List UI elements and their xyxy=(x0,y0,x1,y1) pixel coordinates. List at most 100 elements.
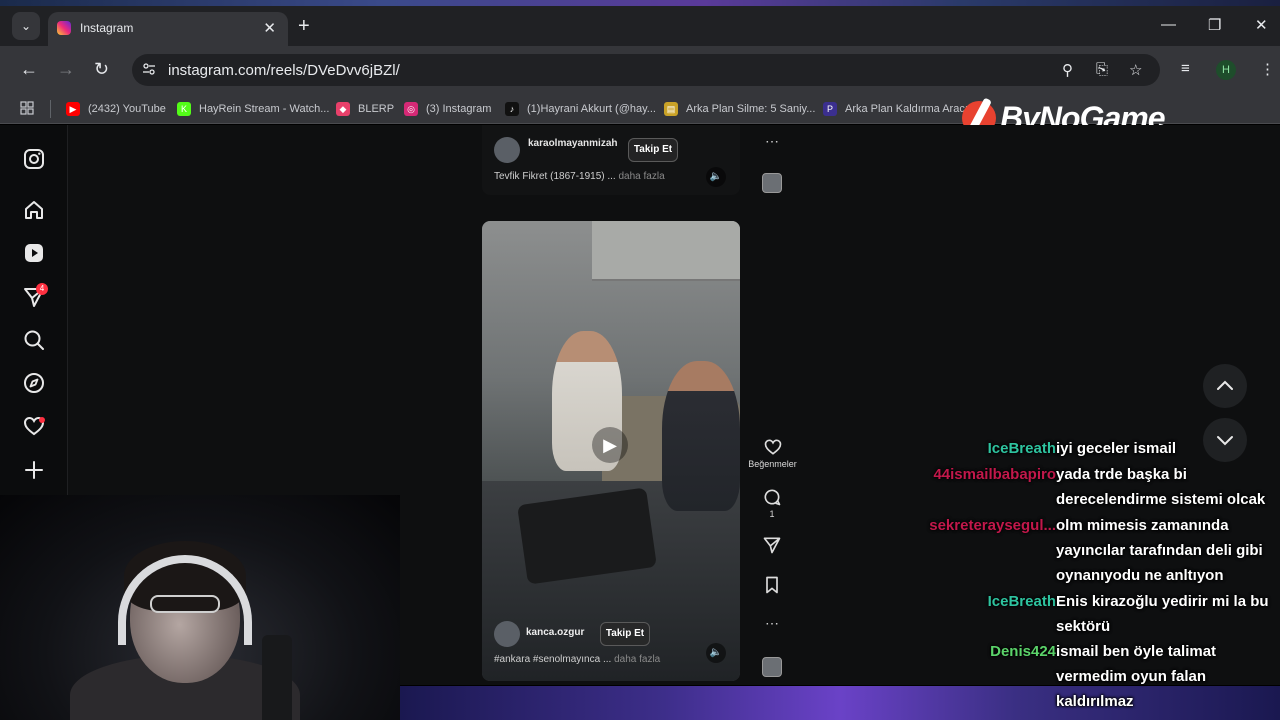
bookmark-blerp[interactable]: ◆ BLERP xyxy=(336,101,394,117)
photoroom-icon: P xyxy=(823,102,837,116)
home-icon[interactable] xyxy=(22,198,46,222)
bookmark-instagram[interactable]: ◎ (3) Instagram xyxy=(404,101,491,117)
bookmark-label: (3) Instagram xyxy=(426,103,492,115)
explore-icon[interactable] xyxy=(22,371,46,395)
reels-icon[interactable] xyxy=(22,241,46,265)
reel-caption: Tevfik Fikret (1867-1915) ... daha fazla xyxy=(494,171,665,182)
blerp-icon: ◆ xyxy=(336,102,350,116)
tiktok-icon: ♪ xyxy=(505,102,519,116)
zoom-icon[interactable]: ⚲ xyxy=(1062,61,1073,79)
restore-icon[interactable]: ❐ xyxy=(1208,16,1221,34)
kick-icon: K xyxy=(177,102,191,116)
instagram-logo-icon[interactable] xyxy=(22,147,46,171)
profile-avatar[interactable]: H xyxy=(1216,60,1236,80)
tab-title: Instagram xyxy=(80,21,134,35)
forward-icon[interactable]: → xyxy=(57,59,75,80)
microphone xyxy=(262,635,292,720)
site-info-icon[interactable] xyxy=(142,62,156,76)
reel-username[interactable]: karaolmayanmizah xyxy=(528,137,620,150)
webcam-overlay xyxy=(0,495,400,720)
bookmark-arka-plan-kaldirma[interactable]: P Arka Plan Kaldırma Aracı... xyxy=(823,101,977,117)
more-link[interactable]: daha fazla xyxy=(619,171,665,182)
chat-username: Denis424 xyxy=(990,643,1056,660)
bookmark-label: Arka Plan Kaldırma Aracı... xyxy=(845,103,978,115)
previous-reel-card[interactable]: karaolmayanmizah Takip Et Tevfik Fikret … xyxy=(482,125,740,195)
apps-grid-icon[interactable] xyxy=(20,101,34,115)
bookmark-label: HayRein Stream - Watch... xyxy=(199,103,330,115)
search-icon[interactable] xyxy=(22,328,46,352)
sound-icon[interactable]: 🔈 xyxy=(706,643,726,663)
new-tab-icon[interactable]: + xyxy=(298,15,310,38)
reel-username[interactable]: kanca.ozgur xyxy=(526,627,584,638)
browser-toolbar: ← → ↻ instagram.com/reels/DVeDvv6jBZl/ ⚲… xyxy=(0,46,1280,94)
messages-badge: 4 xyxy=(36,283,48,295)
save-bookmark-icon[interactable] xyxy=(762,575,782,595)
youtube-icon: ▶ xyxy=(66,102,80,116)
chat-text: olm mimesis zamanında yayıncılar tarafın… xyxy=(1056,517,1263,584)
bookmarks-separator xyxy=(50,100,51,118)
instagram-sidebar: 4 xyxy=(0,125,68,495)
screen: ⌄ Instagram ✕ + — ❐ ✕ ← → ↻ instagram.co… xyxy=(0,0,1280,720)
instagram-favicon-icon xyxy=(57,21,71,35)
create-plus-icon[interactable] xyxy=(22,458,46,482)
glasses xyxy=(150,595,220,613)
caption-text: Tevfik Fikret (1867-1915) ... xyxy=(494,171,616,182)
sound-icon[interactable]: 🔈 xyxy=(706,167,726,187)
like-action[interactable]: Beğenmeler xyxy=(745,437,800,469)
heart-icon[interactable] xyxy=(763,437,783,457)
bookmark-tiktok[interactable]: ♪ (1)Hayrani Akkurt (@hay... xyxy=(505,101,656,117)
instagram-icon: ◎ xyxy=(404,102,418,116)
avatar[interactable] xyxy=(494,137,520,163)
more-options-icon[interactable]: ⋯ xyxy=(765,133,779,150)
bookmark-label: BLERP xyxy=(358,103,395,115)
reload-icon[interactable]: ↻ xyxy=(94,59,109,80)
chat-text: ismail ben öyle talimat vermedim oyun fa… xyxy=(1056,643,1217,710)
url-text: instagram.com/reels/DVeDvv6jBZl/ xyxy=(168,62,400,79)
comment-action[interactable]: 1 xyxy=(762,487,782,519)
comment-icon[interactable] xyxy=(762,487,782,507)
tab-instagram[interactable]: Instagram ✕ xyxy=(48,12,288,46)
tab-close-icon[interactable]: ✕ xyxy=(263,19,276,37)
tab-search-button[interactable]: ⌄ xyxy=(12,12,40,40)
bookmark-kick[interactable]: K HayRein Stream - Watch... xyxy=(177,101,329,117)
comment-count: 1 xyxy=(769,509,775,519)
bookmark-label: Arka Plan Silme: 5 Saniy... xyxy=(686,103,816,115)
address-bar[interactable]: instagram.com/reels/DVeDvv6jBZl/ ⚲ ⎘ ☆ xyxy=(132,54,1160,86)
notifications-dot xyxy=(39,417,45,423)
media-controls-icon[interactable]: ≡ xyxy=(1181,60,1190,77)
bookmark-star-icon[interactable]: ☆ xyxy=(1129,61,1142,79)
chat-text: yada trde başka bi derecelendirme sistem… xyxy=(1056,466,1266,508)
chat-username: IceBreath xyxy=(987,440,1056,457)
audio-thumbnail[interactable] xyxy=(762,173,782,193)
close-window-icon[interactable]: ✕ xyxy=(1255,16,1268,34)
chat-username: sekreteraysegul... xyxy=(929,517,1056,534)
audio-thumbnail[interactable] xyxy=(762,657,782,677)
chat-username: IceBreath xyxy=(987,593,1056,610)
bookmark-arka-plan-silme[interactable]: ▤ Arka Plan Silme: 5 Saniy... xyxy=(664,101,815,117)
reel-caption: #ankara #senolmayınca ... daha fazla xyxy=(494,654,660,665)
chat-text: iyi geceler ismail xyxy=(1056,440,1177,457)
tab-bar: ⌄ Instagram ✕ + — ❐ ✕ xyxy=(0,6,1280,46)
follow-button[interactable]: Takip Et xyxy=(600,622,650,646)
back-icon[interactable]: ← xyxy=(20,59,38,80)
avatar[interactable] xyxy=(494,621,520,647)
bookmark-label: (1)Hayrani Akkurt (@hay... xyxy=(527,103,656,115)
chat-text: Enis kirazoğlu yedirir mi la bu sektörü xyxy=(1056,593,1269,635)
follow-button[interactable]: Takip Et xyxy=(628,138,678,162)
caption-text: #ankara #senolmayınca ... xyxy=(494,654,612,665)
reel-video[interactable]: ▶ kanca.ozgur Takip Et #ankara #senolmay… xyxy=(482,221,740,681)
menu-kebab-icon[interactable]: ⋮ xyxy=(1260,60,1275,78)
more-options-icon[interactable]: ⋯ xyxy=(765,615,779,632)
bookmark-label: (2432) YouTube xyxy=(88,103,166,115)
minimize-icon[interactable]: — xyxy=(1161,16,1176,33)
scroll-up-button[interactable] xyxy=(1203,364,1247,408)
install-app-icon[interactable]: ⎘ xyxy=(1096,61,1108,78)
like-label: Beğenmeler xyxy=(748,459,797,469)
more-link[interactable]: daha fazla xyxy=(614,654,660,665)
video-scene xyxy=(662,361,740,511)
bookmark-youtube[interactable]: ▶ (2432) YouTube xyxy=(66,101,166,117)
chat-username: 44ismailbabapiro xyxy=(933,466,1056,483)
share-icon[interactable] xyxy=(762,535,782,555)
chevron-up-icon xyxy=(1217,380,1233,390)
play-icon[interactable]: ▶ xyxy=(592,427,628,463)
